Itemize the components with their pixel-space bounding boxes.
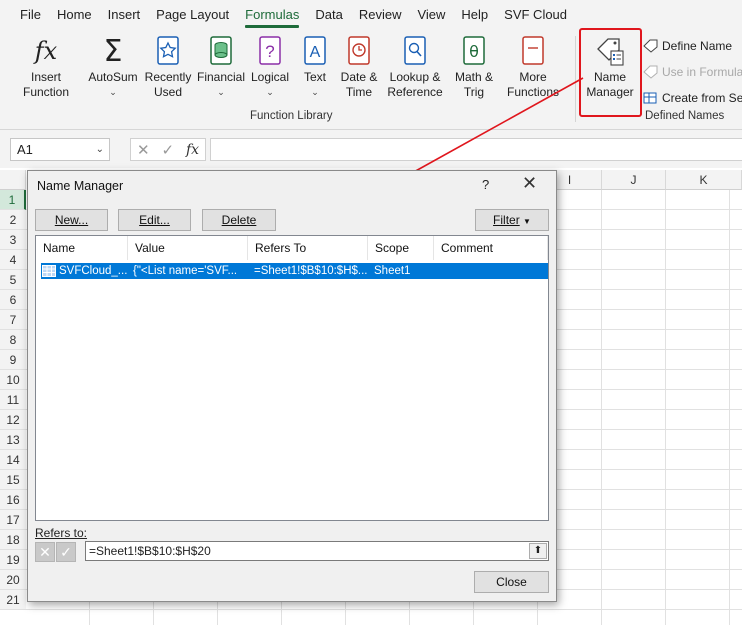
edit-button[interactable]: Edit...: [118, 209, 191, 231]
refers-to-label: Refers to:: [35, 526, 87, 540]
confirm-edit-icon[interactable]: ✓: [56, 542, 76, 562]
help-icon[interactable]: ?: [482, 177, 489, 192]
delete-button-label: Delete: [221, 213, 257, 227]
column-header-name[interactable]: Name: [36, 236, 128, 260]
close-button[interactable]: Close: [474, 571, 549, 593]
row-scope: Sheet1: [374, 265, 411, 277]
table-row[interactable]: SVFCloud_... {"<List name='SVF... =Sheet…: [41, 263, 548, 279]
column-header-scope[interactable]: Scope: [368, 236, 434, 260]
cancel-edit-icon[interactable]: ✕: [35, 542, 55, 562]
row-name: SVFCloud_...: [59, 265, 128, 277]
name-manager-dialog: Name Manager ? ✕ New... Edit... Delete F…: [27, 170, 557, 602]
row-value: {"<List name='SVF...: [133, 265, 238, 277]
row-refers-to: =Sheet1!$B$10:$H$...: [254, 265, 368, 277]
dialog-title: Name Manager: [37, 179, 124, 193]
new-button[interactable]: New...: [35, 209, 108, 231]
filter-button-label: Filter: [493, 213, 520, 227]
table-icon: [42, 264, 56, 278]
delete-button[interactable]: Delete: [202, 209, 276, 231]
edit-button-label: Edit...: [139, 213, 170, 227]
column-header-comment[interactable]: Comment: [434, 236, 548, 260]
collapse-dialog-icon[interactable]: ⬆: [529, 543, 547, 559]
names-list[interactable]: Name Value Refers To Scope Comment SVFCl…: [35, 235, 549, 521]
refers-to-label-text: Refers to:: [35, 526, 88, 540]
refers-to-value: =Sheet1!$B$10:$H$20: [89, 544, 211, 558]
dropdown-arrow-icon: ▼: [523, 217, 531, 226]
refers-to-input[interactable]: =Sheet1!$B$10:$H$20 ⬆: [85, 541, 549, 561]
column-header-refers-to[interactable]: Refers To: [248, 236, 368, 260]
column-header-value[interactable]: Value: [128, 236, 248, 260]
close-icon[interactable]: ✕: [522, 173, 537, 194]
filter-button[interactable]: Filter ▼: [475, 209, 549, 231]
new-button-label: New...: [54, 213, 89, 227]
